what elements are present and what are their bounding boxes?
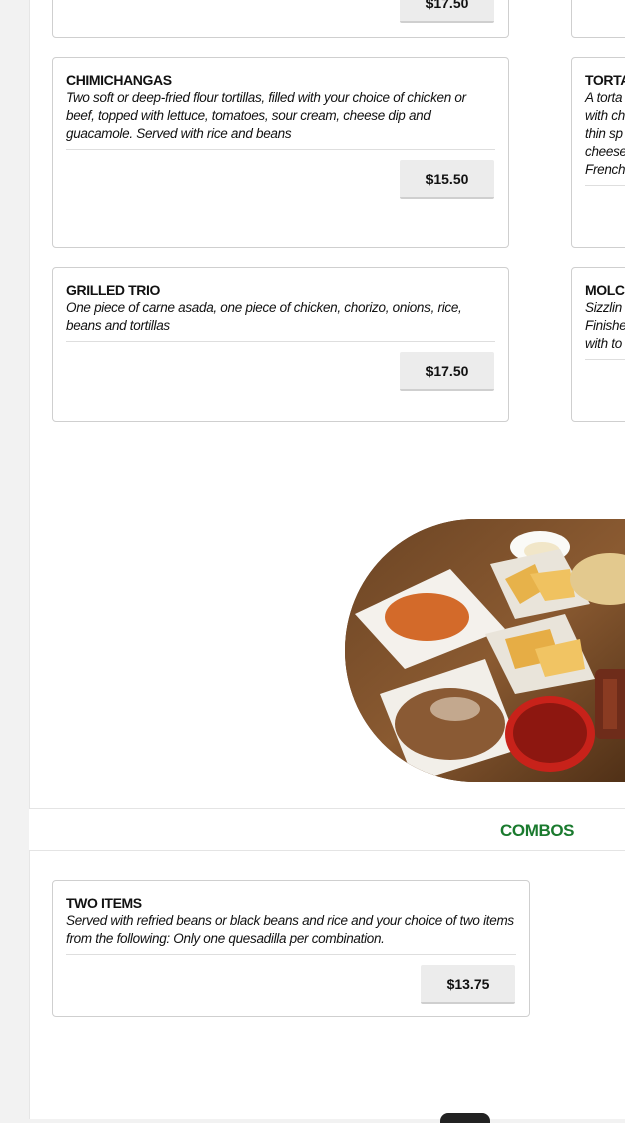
item-name: TWO ITEMS — [66, 895, 142, 911]
section-title: COMBOS — [500, 821, 575, 840]
price-button[interactable]: $15.50 — [400, 160, 494, 199]
item-description: Served with refried beans or black beans… — [66, 913, 514, 946]
food-platter-photo — [345, 519, 625, 782]
price-button[interactable]: $17.50 — [400, 352, 494, 391]
price-button[interactable]: $13.75 — [421, 965, 515, 1004]
item-description: A torta with ch thin sp cheese French — [585, 90, 625, 177]
section-header-combos: COMBOS — [29, 808, 625, 851]
divider — [66, 149, 495, 150]
item-name: TORTA — [585, 72, 625, 88]
partial-image — [440, 1113, 490, 1123]
menu-item-card-torta: TORTA A torta with ch thin sp cheese Fre… — [571, 57, 625, 248]
item-description: One piece of carne asada, one piece of c… — [66, 300, 462, 333]
food-platter-illustration — [345, 519, 625, 782]
divider — [585, 359, 625, 360]
divider — [585, 185, 625, 186]
item-name: GRILLED TRIO — [66, 282, 160, 298]
menu-item-card-molcajete: MOLCA Sizzlin Finishe with to — [571, 267, 625, 422]
divider — [66, 954, 516, 955]
item-name: CHIMICHANGAS — [66, 72, 172, 88]
menu-item-card-grilled-trio: GRILLED TRIO One piece of carne asada, o… — [52, 267, 509, 422]
item-description: Two soft or deep-fried flour tortillas, … — [66, 90, 466, 141]
item-description: Sizzlin Finishe with to — [585, 300, 625, 351]
menu-item-card-two-items: TWO ITEMS Served with refried beans or b… — [52, 880, 530, 1017]
menu-item-card — [571, 0, 625, 38]
menu-item-card: $17.50 — [52, 0, 509, 38]
price-button[interactable]: $17.50 — [400, 0, 494, 23]
menu-item-card-chimichangas: CHIMICHANGAS Two soft or deep-fried flou… — [52, 57, 509, 248]
divider — [66, 341, 495, 342]
item-name: MOLCA — [585, 282, 625, 298]
